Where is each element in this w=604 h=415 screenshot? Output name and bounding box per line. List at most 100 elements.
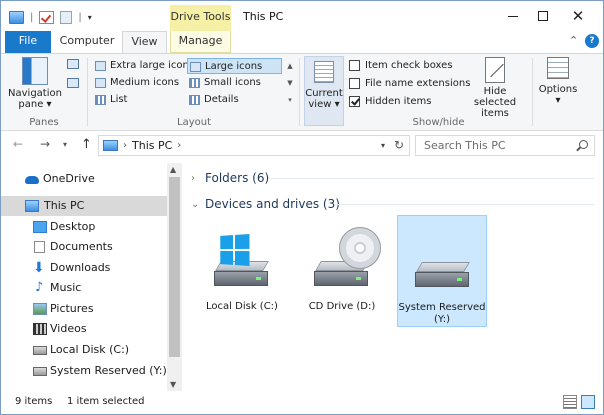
chevron-down-icon[interactable]: ▼ — [285, 75, 295, 92]
list-icon — [95, 95, 106, 105]
layout-small-icons[interactable]: Small icons — [187, 75, 282, 91]
chevron-right-icon[interactable]: › — [191, 173, 199, 184]
layout-details[interactable]: Details — [187, 92, 282, 108]
hard-drive-icon — [415, 262, 471, 288]
current-view-button[interactable]: Current view ▾ — [304, 56, 344, 126]
recent-locations-icon[interactable]: ▾ — [63, 140, 67, 149]
drive-label: Local Disk (C:) — [206, 301, 278, 312]
details-view-icon[interactable] — [563, 395, 577, 409]
group-separator — [532, 58, 533, 126]
large-icons-icon — [190, 62, 201, 72]
item-check-boxes-checkbox[interactable] — [349, 59, 360, 71]
navigation-pane-label: Navigation — [8, 88, 62, 99]
breadcrumb-this-pc[interactable]: This PC — [132, 139, 172, 152]
hide-selected-icon — [485, 57, 505, 83]
options-button[interactable]: Options ▾ — [537, 57, 579, 106]
options-dropdown-icon: ▾ — [555, 95, 561, 106]
sidebar-item-downloads[interactable]: ⬇ Downloads — [1, 258, 167, 278]
chevron-down-icon[interactable]: ⌄ — [191, 199, 199, 210]
layout-gallery-scroll[interactable]: ▲ ▼ ▾ — [285, 58, 295, 110]
toolbar-separator: | — [30, 11, 34, 23]
sidebar-item-system-reserved-y[interactable]: System Reserved (Y:) — [1, 361, 167, 381]
scrollbar-thumb[interactable] — [169, 177, 180, 357]
tab-computer[interactable]: Computer — [55, 31, 119, 53]
show-hide-group-label: Show/hide — [412, 117, 465, 128]
hidden-items-checkbox[interactable] — [349, 95, 360, 107]
layout-medium-icons[interactable]: Medium icons — [93, 75, 185, 91]
chevron-up-icon[interactable]: ▲ — [285, 58, 295, 75]
sidebar-item-local-disk-c[interactable]: Local Disk (C:) — [1, 340, 167, 360]
drive-tile-system-reserved-y[interactable]: System Reserved (Y:) — [397, 215, 487, 327]
hide-selected-items-button[interactable]: Hide selected items — [463, 57, 527, 119]
selection-status: 1 item selected — [67, 396, 145, 407]
refresh-icon[interactable]: ↻ — [394, 138, 404, 152]
chevron-right-icon[interactable]: › — [177, 140, 181, 151]
properties-icon[interactable] — [39, 10, 55, 24]
file-name-extensions-option[interactable]: File name extensions — [349, 75, 470, 91]
explorer-window: | | ▾ Drive Tools This PC ✕ File Compute… — [0, 0, 604, 415]
extra-large-icons-icon — [95, 61, 106, 71]
minimize-button[interactable] — [498, 6, 528, 26]
folders-group-header[interactable]: › Folders (6) — [191, 169, 269, 187]
preview-pane-icon[interactable] — [67, 59, 79, 69]
scroll-down-icon[interactable]: ▼ — [170, 380, 176, 389]
back-arrow-icon[interactable]: ← — [13, 137, 23, 151]
hidden-items-option[interactable]: Hidden items — [349, 93, 431, 109]
sidebar-item-videos[interactable]: Videos — [1, 319, 167, 339]
sidebar-item-this-pc[interactable]: This PC — [1, 196, 167, 216]
pictures-icon — [33, 303, 47, 315]
drive-label: System Reserved (Y:) — [398, 302, 486, 325]
large-icons-view-icon[interactable] — [581, 395, 595, 409]
music-note-icon: ♪ — [35, 280, 44, 295]
gallery-more-icon[interactable]: ▾ — [285, 92, 295, 109]
customize-toolbar-dropdown[interactable]: ▾ — [88, 13, 92, 22]
address-bar[interactable]: › This PC › ▾ ↻ — [98, 135, 410, 156]
maximize-button[interactable] — [528, 6, 558, 26]
computer-icon[interactable] — [9, 10, 24, 24]
sidebar-item-music[interactable]: ♪ Music — [1, 278, 167, 298]
devices-group-header[interactable]: ⌄ Devices and drives (3) — [191, 195, 340, 213]
drive-tile-cd-drive-d[interactable]: CD Drive (D:) — [297, 215, 387, 327]
help-icon[interactable]: ? — [585, 34, 599, 48]
window-title: This PC — [243, 10, 284, 23]
computer-icon — [25, 200, 39, 212]
sidebar-item-onedrive[interactable]: OneDrive — [1, 169, 167, 189]
item-count: 9 items — [15, 396, 53, 407]
ribbon-tabs: File Computer View Manage ⌃ ? — [1, 31, 603, 53]
search-icon[interactable] — [579, 140, 588, 149]
address-row: ← → ▾ ↑ › This PC › ▾ ↻ Search This PC — [1, 132, 603, 158]
new-folder-icon[interactable] — [60, 10, 73, 24]
layout-extra-large-icons[interactable]: Extra large icons — [93, 58, 194, 74]
forward-arrow-icon[interactable]: → — [40, 137, 50, 151]
up-arrow-icon[interactable]: ↑ — [81, 137, 92, 152]
drive-icon — [33, 346, 47, 355]
medium-icons-icon — [95, 78, 106, 88]
toolbar-separator: | — [78, 11, 82, 23]
devices-group-title: Devices and drives (3) — [205, 197, 340, 211]
panes-group-label: Panes — [29, 117, 59, 128]
item-check-boxes-option[interactable]: Item check boxes — [349, 57, 453, 73]
small-icons-icon — [189, 78, 200, 88]
drive-tools-context-label: Drive Tools — [170, 5, 231, 31]
file-name-extensions-checkbox[interactable] — [349, 77, 360, 89]
layout-list[interactable]: List — [93, 92, 185, 108]
sidebar-item-pictures[interactable]: Pictures — [1, 299, 167, 319]
ribbon-view: Navigation pane ▾ Panes Extra large icon… — [1, 53, 603, 131]
sidebar-scrollbar[interactable]: ▲ ▼ — [167, 163, 182, 391]
collapse-ribbon-icon[interactable]: ⌃ — [569, 34, 578, 47]
tab-file[interactable]: File — [5, 31, 51, 53]
navigation-pane-button[interactable]: Navigation pane ▾ — [7, 57, 63, 110]
details-pane-icon[interactable] — [67, 78, 79, 88]
drive-tile-local-disk-c[interactable]: Local Disk (C:) — [197, 215, 287, 327]
scroll-up-icon[interactable]: ▲ — [170, 165, 176, 174]
chevron-right-icon[interactable]: › — [123, 140, 127, 151]
tab-manage[interactable]: Manage — [170, 31, 231, 53]
close-button[interactable]: ✕ — [563, 6, 593, 26]
sidebar-item-desktop[interactable]: Desktop — [1, 217, 167, 237]
divider — [335, 204, 594, 205]
tab-view[interactable]: View — [122, 31, 167, 53]
address-dropdown-icon[interactable]: ▾ — [381, 141, 385, 150]
layout-large-icons[interactable]: Large icons — [187, 58, 282, 74]
sidebar-item-documents[interactable]: Documents — [1, 237, 167, 257]
search-input[interactable]: Search This PC — [415, 135, 595, 156]
